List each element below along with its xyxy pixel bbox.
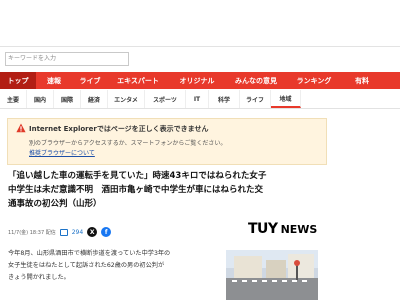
nav-tab-ranking[interactable]: ランキング — [286, 72, 342, 89]
logo-suffix: NEWS — [280, 222, 318, 236]
body-line: きょう開かれました。 — [8, 274, 70, 281]
article-photo[interactable] — [226, 250, 318, 300]
search-placeholder: キーワードを入力 — [8, 55, 57, 62]
category-tab-economy[interactable]: 経済 — [81, 90, 108, 108]
article-date: 11/7(金) 18:37 配信 — [8, 229, 56, 236]
comment-count[interactable]: 294 — [72, 229, 83, 236]
warning-icon — [16, 123, 26, 133]
category-tab-sports[interactable]: スポーツ — [145, 90, 186, 108]
nav-tab-top[interactable]: トップ — [0, 72, 36, 89]
notice-title: Internet Explorerではページを正しく表示できません — [29, 125, 209, 133]
site-header — [0, 0, 400, 47]
nav-tab-live[interactable]: ライブ — [72, 72, 108, 89]
article-headline: 「追い越した車の運転手を見ていた」時速43キロではねられた女子 中学生は未だ意識… — [8, 169, 333, 211]
category-tab-world[interactable]: 国際 — [54, 90, 81, 108]
category-tab-it[interactable]: IT — [186, 90, 209, 108]
publisher-logo[interactable]: TUY NEWS — [248, 221, 317, 237]
comment-icon[interactable] — [59, 228, 68, 236]
category-tab-science[interactable]: 科学 — [209, 90, 240, 108]
x-share-icon[interactable]: X — [87, 227, 98, 237]
article-body: 今年8月、山形県酒田市で横断歩道を渡っていた中学3年の 女子生徒をはねたとして起… — [8, 248, 216, 284]
notice-text: 別のブラウザーからアクセスするか、スマートフォンからご覧ください。 — [29, 140, 227, 147]
article-meta: 11/7(金) 18:37 配信 294 X f — [8, 227, 112, 237]
headline-line: 「追い越した車の運転手を見ていた」時速43キロではねられた女子 — [8, 171, 267, 181]
category-tab-main[interactable]: 主要 — [0, 90, 27, 108]
body-line: 女子生徒をはねたとして起訴された62歳の男の初公判が — [8, 262, 165, 269]
nav-tab-flash[interactable]: 速報 — [36, 72, 72, 89]
nav-tab-original[interactable]: オリジナル — [168, 72, 226, 89]
category-tab-life[interactable]: ライフ — [240, 90, 271, 108]
facebook-share-icon[interactable]: f — [101, 227, 112, 237]
category-tab-local[interactable]: 地域 — [271, 90, 301, 108]
headline-line: 中学生は未だ意識不明 酒田市亀ヶ崎で中学生が車にはねられた交 — [8, 185, 264, 195]
nav-tab-opinion[interactable]: みんなの意見 — [226, 72, 286, 89]
body-line: 今年8月、山形県酒田市で横断歩道を渡っていた中学3年の — [8, 250, 171, 257]
category-nav: 主要 国内 国際 経済 エンタメ スポーツ IT 科学 ライフ 地域 — [0, 90, 400, 109]
recommended-browser-link[interactable]: 推奨ブラウザーについて — [29, 148, 95, 157]
category-tab-entertainment[interactable]: エンタメ — [108, 90, 145, 108]
main-nav: トップ 速報 ライブ エキスパート オリジナル みんなの意見 ランキング 有料 — [0, 72, 400, 89]
headline-line: 通事故の初公判（山形） — [8, 199, 102, 209]
logo-brand: TUY — [248, 221, 278, 237]
nav-tab-paid[interactable]: 有料 — [342, 72, 382, 89]
browser-notice: Internet Explorerではページを正しく表示できません 別のブラウザ… — [7, 118, 327, 165]
category-tab-domestic[interactable]: 国内 — [27, 90, 54, 108]
nav-tab-expert[interactable]: エキスパート — [108, 72, 168, 89]
